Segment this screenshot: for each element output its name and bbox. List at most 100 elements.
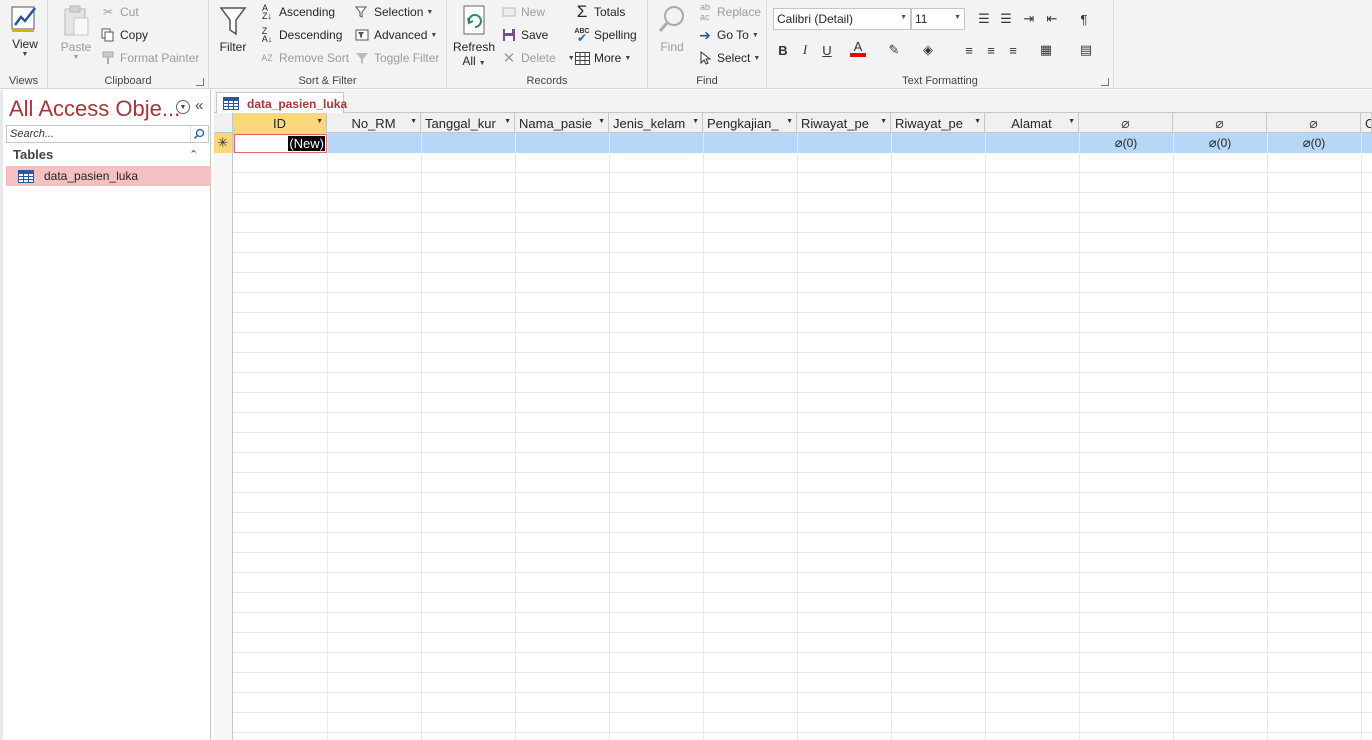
- views-group-label: Views: [8, 75, 39, 87]
- font-color-swatch: [850, 52, 866, 57]
- italic-button[interactable]: I: [796, 40, 814, 60]
- attachment-count: (0): [1216, 136, 1232, 150]
- sort-descending-icon: Z A↓: [261, 26, 273, 44]
- search-icon[interactable]: [190, 126, 207, 142]
- toggle-filter-button[interactable]: Toggle Filter: [354, 48, 439, 68]
- clipboard-launcher-icon[interactable]: [196, 78, 204, 86]
- cut-button[interactable]: ✂ Cut: [100, 2, 139, 22]
- find-group: Find ab ac Replace ➔ Go To ▼ Select ▼ Find: [648, 0, 767, 89]
- copy-label: Copy: [120, 28, 149, 42]
- save-button[interactable]: Save: [501, 25, 548, 45]
- bold-button[interactable]: B: [774, 40, 792, 60]
- descending-button[interactable]: Z A↓ Descending: [259, 25, 343, 45]
- select-label: Select: [717, 51, 751, 65]
- totals-button[interactable]: Σ Totals: [574, 2, 626, 22]
- selection-button[interactable]: Selection ▼: [354, 2, 433, 22]
- nav-item-label: data_pasien_luka: [44, 169, 139, 183]
- attachment-cell[interactable]: ⌀ (0): [1079, 133, 1173, 153]
- indent-decrease-icon[interactable]: ⇤: [1043, 9, 1061, 29]
- save-disk-icon: [501, 27, 517, 43]
- column-header-attachment-3[interactable]: ⌀: [1267, 113, 1361, 133]
- column-header-attachment-1[interactable]: ⌀: [1079, 113, 1173, 133]
- align-right-icon[interactable]: ≡: [1004, 40, 1022, 60]
- paste-button[interactable]: Paste ▼: [56, 4, 96, 61]
- replace-button[interactable]: ab ac Replace: [697, 2, 761, 22]
- underline-button[interactable]: U: [818, 40, 836, 60]
- clipboard-group: Paste ▼ ✂ Cut Copy Format Painter Clipbo…: [48, 0, 209, 89]
- collapse-pane-icon[interactable]: «: [195, 97, 203, 114]
- font-name-select[interactable]: Calibri (Detail) ▼: [773, 8, 911, 30]
- column-header-label: Pengkajian_: [707, 115, 779, 131]
- column-header-riwayat-pe-2[interactable]: Riwayat_pe ▼: [891, 113, 985, 133]
- delete-button[interactable]: ✕ Delete ▼: [501, 48, 575, 68]
- select-button[interactable]: Select ▼: [697, 48, 760, 68]
- records-group-label: Records: [526, 75, 568, 87]
- column-header-jenis-kelam[interactable]: Jenis_kelam ▼: [609, 113, 703, 133]
- chevron-down-icon[interactable]: ▼: [974, 118, 981, 125]
- refresh-icon: [463, 5, 485, 35]
- bullets-icon[interactable]: ☰: [975, 9, 993, 29]
- goto-button[interactable]: ➔ Go To ▼: [697, 25, 759, 45]
- nav-menu-chevron-icon[interactable]: ▼: [176, 100, 190, 114]
- advanced-button[interactable]: Advanced ▼: [354, 25, 437, 45]
- spelling-check-icon: ABC ✔: [574, 28, 590, 45]
- chevron-down-icon[interactable]: ▼: [504, 118, 511, 125]
- column-header-partial[interactable]: C: [1361, 113, 1372, 133]
- more-button[interactable]: More ▼: [574, 48, 631, 68]
- spelling-button[interactable]: ABC ✔ Spelling: [574, 25, 636, 45]
- column-header-attachment-2[interactable]: ⌀: [1173, 113, 1267, 133]
- view-button[interactable]: View ▼: [6, 3, 44, 58]
- collapse-section-icon[interactable]: ⌃: [189, 148, 198, 161]
- nav-search-input[interactable]: Search...: [6, 125, 209, 143]
- indent-increase-icon[interactable]: ⇥: [1020, 9, 1038, 29]
- numbering-icon[interactable]: ☰: [997, 9, 1015, 29]
- alternate-row-color-icon[interactable]: ▦: [1037, 40, 1055, 60]
- chevron-down-icon[interactable]: ▼: [1068, 118, 1075, 125]
- table-icon: [223, 97, 239, 110]
- more-grid-icon: [574, 50, 590, 66]
- id-new-cell[interactable]: (New): [234, 134, 327, 153]
- nav-pane-title[interactable]: All Access Obje...: [9, 96, 180, 122]
- paragraph-direction-icon[interactable]: ¶: [1075, 9, 1093, 29]
- attachment-cell[interactable]: ⌀ (0): [1173, 133, 1267, 153]
- text-formatting-launcher-icon[interactable]: [1101, 78, 1109, 86]
- attachment-cell[interactable]: ⌀ (0): [1267, 133, 1361, 153]
- find-button[interactable]: Find: [654, 4, 690, 54]
- format-painter-button[interactable]: Format Painter: [100, 48, 199, 68]
- column-header-alamat[interactable]: Alamat ▼: [985, 113, 1079, 133]
- nav-item-data-pasien-luka[interactable]: data_pasien_luka: [6, 166, 211, 186]
- align-center-icon[interactable]: ≡: [982, 40, 1000, 60]
- new-record-marker-icon[interactable]: ✳: [214, 133, 233, 153]
- fill-color-icon[interactable]: ◈: [919, 40, 937, 60]
- font-size-select[interactable]: 11 ▼: [911, 8, 965, 30]
- chevron-down-icon[interactable]: ▼: [880, 118, 887, 125]
- remove-sort-button[interactable]: AZ Remove Sort: [259, 48, 349, 68]
- tab-data-pasien-luka[interactable]: data_pasien_luka: [216, 92, 348, 114]
- column-header-pengkajian[interactable]: Pengkajian_ ▼: [703, 113, 797, 133]
- document-tab-label: data_pasien_luka: [247, 96, 348, 111]
- refresh-all-button[interactable]: Refresh All ▼: [453, 4, 495, 68]
- ascending-button[interactable]: A Z↓ Ascending: [259, 2, 335, 22]
- gridlines-icon[interactable]: ▤: [1077, 40, 1095, 60]
- new-record-icon: [501, 4, 517, 20]
- font-color-button[interactable]: A: [849, 38, 867, 58]
- column-header-tanggal-kur[interactable]: Tanggal_kur ▼: [421, 113, 515, 133]
- delete-label: Delete: [521, 51, 556, 65]
- column-header-riwayat-pe-1[interactable]: Riwayat_pe ▼: [797, 113, 891, 133]
- chevron-down-icon[interactable]: ▼: [692, 118, 699, 125]
- highlight-icon[interactable]: ✎: [885, 40, 903, 60]
- chevron-down-icon[interactable]: ▼: [786, 118, 793, 125]
- nav-section-tables[interactable]: Tables: [13, 147, 53, 162]
- select-all-corner[interactable]: [214, 113, 233, 133]
- column-header-id[interactable]: ID ▼: [233, 113, 327, 133]
- new-record-button[interactable]: New: [501, 2, 545, 22]
- align-left-icon[interactable]: ≡: [960, 40, 978, 60]
- chevron-down-icon[interactable]: ▼: [410, 118, 417, 125]
- replace-label: Replace: [717, 5, 762, 19]
- column-header-no-rm[interactable]: No_RM ▼: [327, 113, 421, 133]
- chevron-down-icon[interactable]: ▼: [316, 118, 323, 125]
- chevron-down-icon[interactable]: ▼: [598, 118, 605, 125]
- filter-button[interactable]: Filter: [215, 4, 251, 54]
- copy-button[interactable]: Copy: [100, 25, 148, 45]
- column-header-nama-pasie[interactable]: Nama_pasie ▼: [515, 113, 609, 133]
